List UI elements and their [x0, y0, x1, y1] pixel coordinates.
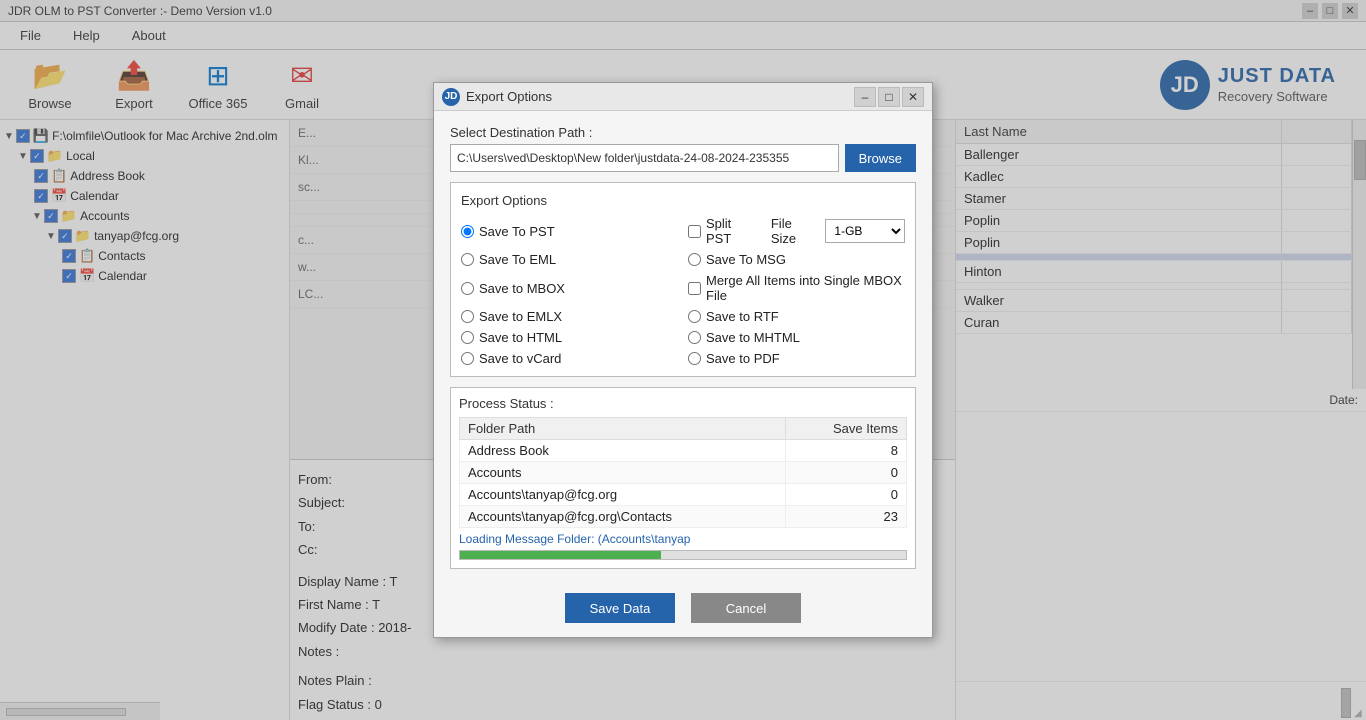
process-section: Process Status : Folder Path Save Items … [450, 387, 916, 569]
radio-save-pst[interactable] [461, 225, 474, 238]
label-file-size: File Size [771, 216, 821, 246]
option-save-emlx: Save to EMLX [461, 309, 678, 324]
option-save-html: Save to HTML [461, 330, 678, 345]
label-save-pst: Save To PST [479, 224, 555, 239]
folder-name: Accounts\tanyap@fcg.org\Contacts [460, 506, 786, 528]
progress-bar-container [459, 550, 907, 560]
dialog-body: Select Destination Path : Browse Export … [434, 111, 932, 583]
option-merge-mbox: Merge All Items into Single MBOX File [688, 273, 905, 303]
process-row: Accounts 0 [460, 462, 907, 484]
save-count: 23 [785, 506, 906, 528]
cancel-button[interactable]: Cancel [691, 593, 801, 623]
dialog-footer: Save Data Cancel [434, 583, 932, 637]
export-options-label: Export Options [461, 193, 905, 208]
split-select[interactable]: 1-GB 2-GB 4-GB [825, 219, 905, 243]
dialog-title-bar: JD Export Options – □ ✕ [434, 83, 932, 111]
process-label: Process Status : [459, 396, 907, 411]
save-count: 0 [785, 462, 906, 484]
destination-section: Select Destination Path : Browse [450, 125, 916, 172]
dialog-title: JD Export Options [442, 88, 552, 106]
export-options-section: Export Options Save To PST Split PST Fil… [450, 182, 916, 377]
option-save-eml: Save To EML [461, 252, 678, 267]
label-split-pst: Split PST [706, 216, 760, 246]
label-save-msg: Save To MSG [706, 252, 786, 267]
radio-save-pdf[interactable] [688, 352, 701, 365]
option-save-rtf: Save to RTF [688, 309, 905, 324]
label-save-emlx: Save to EMLX [479, 309, 562, 324]
process-row: Accounts\tanyap@fcg.org\Contacts 23 [460, 506, 907, 528]
option-split-pst: Split PST File Size 1-GB 2-GB 4-GB [688, 216, 905, 246]
dialog-icon: JD [442, 88, 460, 106]
radio-save-rtf[interactable] [688, 310, 701, 323]
option-save-pst: Save To PST [461, 216, 678, 246]
process-row: Accounts\tanyap@fcg.org 0 [460, 484, 907, 506]
label-save-mhtml: Save to MHTML [706, 330, 800, 345]
label-save-rtf: Save to RTF [706, 309, 779, 324]
dialog-minimize-button[interactable]: – [854, 87, 876, 107]
col-save-items: Save Items [785, 418, 906, 440]
save-count: 0 [785, 484, 906, 506]
folder-name: Address Book [460, 440, 786, 462]
col-folder-path: Folder Path [460, 418, 786, 440]
save-data-button[interactable]: Save Data [565, 593, 675, 623]
label-save-html: Save to HTML [479, 330, 562, 345]
label-save-pdf: Save to PDF [706, 351, 780, 366]
dialog-maximize-button[interactable]: □ [878, 87, 900, 107]
option-save-vcard: Save to vCard [461, 351, 678, 366]
check-merge-mbox[interactable] [688, 282, 701, 295]
path-input[interactable] [450, 144, 839, 172]
label-save-eml: Save To EML [479, 252, 556, 267]
dialog-title-text: Export Options [466, 89, 552, 104]
progress-bar-fill [460, 551, 661, 559]
path-row: Browse [450, 144, 916, 172]
destination-label: Select Destination Path : [450, 125, 916, 140]
option-save-pdf: Save to PDF [688, 351, 905, 366]
radio-save-emlx[interactable] [461, 310, 474, 323]
process-row: Address Book 8 [460, 440, 907, 462]
check-split-pst[interactable] [688, 225, 701, 238]
folder-name: Accounts [460, 462, 786, 484]
radio-grid: Save To PST Split PST File Size 1-GB 2-G… [461, 216, 905, 366]
status-text: Loading Message Folder: (Accounts\tanyap [459, 532, 907, 546]
label-save-vcard: Save to vCard [479, 351, 561, 366]
radio-save-vcard[interactable] [461, 352, 474, 365]
dialog-close-button[interactable]: ✕ [902, 87, 924, 107]
dialog-overlay: JD Export Options – □ ✕ Select Destinati… [0, 0, 1366, 720]
radio-save-mbox[interactable] [461, 282, 474, 295]
radio-save-html[interactable] [461, 331, 474, 344]
option-save-msg: Save To MSG [688, 252, 905, 267]
radio-save-msg[interactable] [688, 253, 701, 266]
resize-handle[interactable]: ◢ [1354, 708, 1364, 718]
browse-button[interactable]: Browse [845, 144, 916, 172]
export-options-dialog: JD Export Options – □ ✕ Select Destinati… [433, 82, 933, 638]
radio-save-mhtml[interactable] [688, 331, 701, 344]
save-count: 8 [785, 440, 906, 462]
option-save-mbox: Save to MBOX [461, 273, 678, 303]
radio-save-eml[interactable] [461, 253, 474, 266]
folder-name: Accounts\tanyap@fcg.org [460, 484, 786, 506]
dialog-controls: – □ ✕ [854, 87, 924, 107]
option-save-mhtml: Save to MHTML [688, 330, 905, 345]
process-table: Folder Path Save Items Address Book 8 Ac… [459, 417, 907, 528]
label-save-mbox: Save to MBOX [479, 281, 565, 296]
label-merge-mbox: Merge All Items into Single MBOX File [706, 273, 905, 303]
